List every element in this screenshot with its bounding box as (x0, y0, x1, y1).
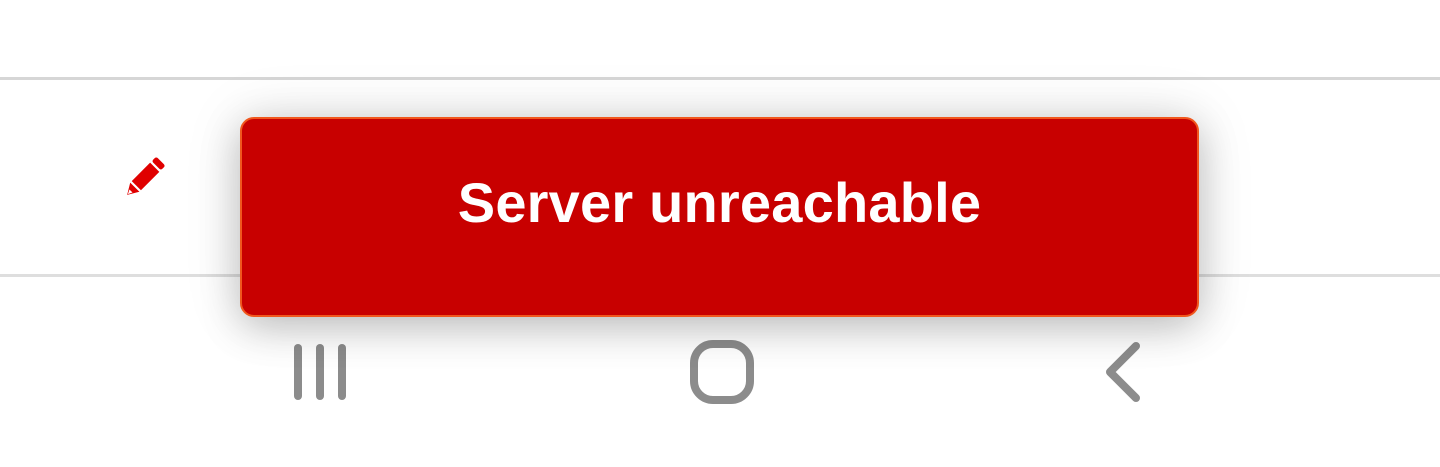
previous-list-row (0, 0, 1440, 78)
back-button[interactable] (1064, 327, 1184, 417)
home-button[interactable] (662, 327, 782, 417)
back-icon (1102, 340, 1146, 404)
edit-button[interactable] (104, 140, 184, 220)
recent-apps-icon (288, 340, 352, 404)
error-toast: Server unreachable (240, 117, 1199, 317)
home-icon (689, 339, 755, 405)
toast-message: Server unreachable (457, 171, 982, 234)
pencil-icon (118, 152, 170, 209)
recent-apps-button[interactable] (260, 327, 380, 417)
